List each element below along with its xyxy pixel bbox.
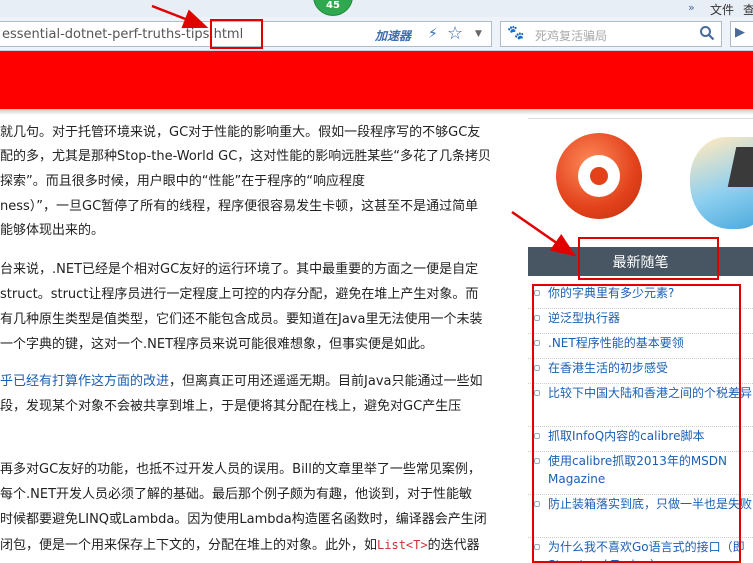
- sidebar-divider: [528, 118, 753, 119]
- banner-shadow: [0, 109, 753, 115]
- article-line-tail: 的迭代器: [427, 538, 480, 553]
- browser-toolbar: essential-dotnet-perf-truths-tips.html 加…: [0, 17, 753, 51]
- annotation-box-posts: [532, 284, 741, 563]
- bird-logo-icon[interactable]: [690, 137, 753, 229]
- inline-code: List<T>: [377, 538, 428, 552]
- next-toolbar-button[interactable]: ▶: [730, 21, 753, 47]
- annotation-box-heading: [578, 237, 719, 280]
- menu-file[interactable]: 文件: [710, 1, 734, 18]
- paw-icon[interactable]: 🐾: [507, 25, 524, 41]
- article-line: 一个字典的键，这对一个.NET程序员来说可能很难想象，但事实便是如此。: [0, 337, 434, 352]
- article-line: 配的多，尤其是那种Stop-the-World GC，这对性能的影响远胜某些“多…: [0, 149, 492, 164]
- article-line: 时候都要避免LINQ或Lambda。因为使用Lambda构造匿名函数时，编译器会…: [0, 512, 487, 527]
- feed-icon-dot: [590, 167, 608, 185]
- article-line-text: 闭包，便是一个用来保存上下文的，分配在堆上的对象。此外，如: [0, 538, 378, 553]
- article-line: 能够体现出来的。: [0, 223, 105, 238]
- chevron-down-icon[interactable]: ▼: [475, 29, 482, 39]
- article-line: 乎已经有打算作这方面的改进，但离真正可用还遥遥无期。目前Java只能通过一些如: [0, 373, 482, 391]
- next-icon: ▶: [735, 25, 745, 40]
- search-input[interactable]: 🐾 死鸡复活骗局: [500, 21, 722, 47]
- article-link[interactable]: 乎已经有打算作这方面的改进: [0, 374, 169, 389]
- rss-feed-icon[interactable]: [556, 133, 642, 219]
- bolt-icon[interactable]: ⚡: [428, 26, 438, 42]
- article-line: 探索”。而且很多时候，用户眼中的“性能”在于程序的“响应程度: [0, 174, 365, 189]
- article-line: ness）”，一旦GC暂停了所有的线程，程序便很容易发生卡顿，这甚至不是通过简单: [0, 199, 479, 214]
- address-url[interactable]: essential-dotnet-perf-truths-tips.html: [2, 27, 243, 42]
- site-header-banner: [0, 51, 753, 109]
- bird-wing: [727, 147, 753, 187]
- menu-view[interactable]: 查: [743, 1, 753, 18]
- article-line: struct。struct让程序员进行一定程度上可控的内存分配，避免在堆上产生对…: [0, 287, 479, 302]
- menu-overflow-chevron[interactable]: »: [688, 1, 695, 14]
- star-icon[interactable]: ☆: [447, 23, 463, 44]
- article-line: 每个.NET开发人员必须了解的基础。最后那个例子颇为有趣，他谈到，对于性能敏: [0, 487, 473, 502]
- accelerator-button[interactable]: 加速器: [375, 27, 411, 44]
- search-icon[interactable]: [699, 25, 715, 41]
- article-line: 有几种原生类型是值类型，它们还不能包含成员。要知道在Java里无法使用一个未装: [0, 312, 483, 327]
- article-line: 就几句。对于托管环境来说，GC对于性能的影响重大。假如一段程序写的不够GC友: [0, 125, 481, 140]
- article-line: 台来说，.NET已经是个相对GC友好的运行环境了。其中最重要的方面之一便是自定: [0, 262, 479, 277]
- article-line: 闭包，便是一个用来保存上下文的，分配在堆上的对象。此外，如List<T>的迭代器: [0, 536, 480, 555]
- article-line: 再多对GC友好的功能，也抵不过开发人员的误用。Bill的文章里举了一些常见案例，: [0, 462, 481, 477]
- browser-menu-strip: » 文件 查: [0, 0, 753, 17]
- article-line: 段，发现某个对象不会被共享到堆上，于是便将其分配在栈上，避免对GC产生压: [0, 399, 462, 414]
- article-line-text: ，但离真正可用还遥遥无期。目前Java只能通过一些如: [169, 374, 483, 389]
- article-body: 就几句。对于托管环境来说，GC对于性能的影响重大。假如一段程序写的不够GC友 配…: [0, 118, 522, 563]
- search-placeholder: 死鸡复活骗局: [535, 29, 608, 43]
- annotation-box-url: [210, 19, 263, 49]
